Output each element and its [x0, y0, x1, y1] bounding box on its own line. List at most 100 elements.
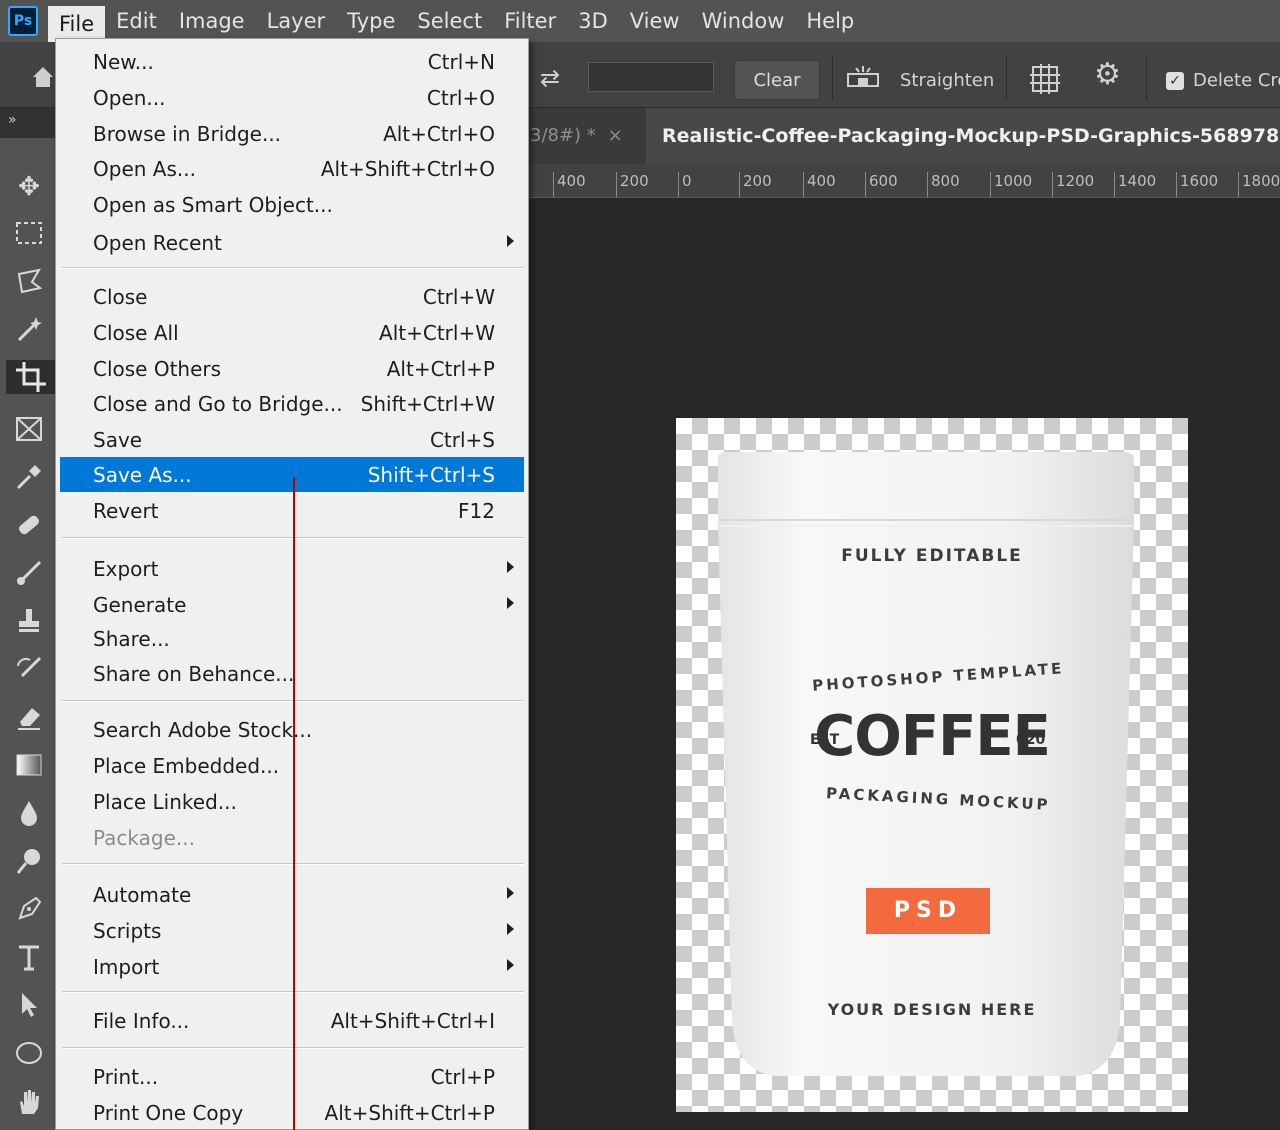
lasso-tool-icon[interactable] — [12, 266, 46, 300]
menu-item-revert[interactable]: Revert F12 — [60, 493, 524, 528]
menu-item-close-all[interactable]: Close All Alt+Ctrl+W — [60, 315, 524, 350]
menu-window[interactable]: Window — [691, 0, 796, 42]
gradient-tool-icon[interactable] — [12, 750, 46, 784]
menu-item-print-one-copy[interactable]: Print One Copy Alt+Shift+Ctrl+P — [60, 1095, 524, 1130]
horizontal-ruler: 400 200 0 200 400 600 800 1000 1200 1400… — [528, 164, 1280, 198]
menu-item-place-embedded[interactable]: Place Embedded... — [60, 748, 524, 783]
history-brush-tool-icon[interactable] — [12, 654, 46, 688]
menu-3d[interactable]: 3D — [567, 0, 619, 42]
menu-type[interactable]: Type — [336, 0, 406, 42]
swap-icon[interactable]: ⇄ — [540, 64, 560, 92]
ratio-input[interactable] — [588, 62, 714, 92]
menu-item-import[interactable]: Import — [60, 949, 524, 984]
blur-tool-icon[interactable] — [12, 798, 46, 832]
menu-item-save-as[interactable]: Save As... Shift+Ctrl+S — [60, 457, 524, 492]
tab-previous-label: 3/8#) * — [530, 125, 596, 146]
menu-item-package: Package... — [60, 820, 524, 855]
marquee-tool-icon[interactable] — [12, 218, 46, 252]
menu-item-label: Close and Go to Bridge... — [93, 392, 343, 416]
menu-item-label: Search Adobe Stock... — [93, 718, 313, 742]
brush-tool-icon[interactable] — [12, 558, 46, 592]
menu-item-print[interactable]: Print... Ctrl+P — [60, 1059, 524, 1094]
hand-tool-icon[interactable] — [12, 1086, 46, 1120]
delete-cropped-pixels-checkbox[interactable]: ✓ — [1166, 72, 1184, 90]
menu-item-open-recent[interactable]: Open Recent — [60, 225, 524, 260]
menu-item-close[interactable]: Close Ctrl+W — [60, 279, 524, 314]
ruler-tick: 600 — [865, 172, 898, 197]
grid-overlay-icon[interactable] — [1030, 64, 1060, 94]
pouch-year-text: 020 — [1016, 732, 1046, 748]
healing-brush-tool-icon[interactable] — [12, 510, 46, 544]
document-canvas[interactable]: FULLY EDITABLE PHOTOSHOP TEMPLATE EST CO… — [676, 418, 1188, 1112]
menu-item-label: Print One Copy — [93, 1101, 244, 1125]
home-icon[interactable] — [30, 64, 56, 90]
pouch-psd-badge: PSD — [866, 888, 990, 934]
menu-item-place-linked[interactable]: Place Linked... — [60, 784, 524, 819]
menu-item-shortcut: Ctrl+W — [422, 285, 495, 309]
menu-item-share[interactable]: Share... — [60, 621, 524, 656]
menu-item-open-as[interactable]: Open As... Alt+Shift+Ctrl+O — [60, 151, 524, 186]
menu-item-automate[interactable]: Automate — [60, 877, 524, 912]
clone-stamp-tool-icon[interactable] — [12, 606, 46, 640]
menu-item-shortcut: Ctrl+N — [427, 50, 495, 74]
menu-help[interactable]: Help — [795, 0, 865, 42]
menu-item-scripts[interactable]: Scripts — [60, 913, 524, 948]
straighten-label[interactable]: Straighten — [900, 70, 994, 91]
menu-file[interactable]: File — [48, 6, 106, 42]
menu-item-open-as-smart-object[interactable]: Open as Smart Object... — [60, 187, 524, 222]
menu-image[interactable]: Image — [168, 0, 256, 42]
pouch-title: COFFEE — [814, 704, 1051, 769]
menu-item-export[interactable]: Export — [60, 551, 524, 586]
menu-item-browse-in-bridge[interactable]: Browse in Bridge... Alt+Ctrl+O — [60, 116, 524, 151]
menu-item-close-and-go-to-bridge[interactable]: Close and Go to Bridge... Shift+Ctrl+W — [60, 386, 524, 421]
gear-icon[interactable]: ⚙ — [1094, 60, 1121, 90]
document-tab-active[interactable]: Realistic-Coffee-Packaging-Mockup-PSD-Gr… — [646, 108, 1280, 164]
frame-tool-icon[interactable] — [12, 414, 46, 448]
eraser-tool-icon[interactable] — [12, 702, 46, 736]
menu-item-new[interactable]: New... Ctrl+N — [60, 44, 524, 79]
ellipse-tool-icon[interactable] — [12, 1038, 46, 1072]
options-separator — [1006, 56, 1007, 100]
straighten-icon[interactable] — [846, 66, 880, 90]
menu-view[interactable]: View — [619, 0, 691, 42]
menu-item-file-info[interactable]: File Info... Alt+Shift+Ctrl+I — [60, 1003, 524, 1038]
document-tab-previous[interactable]: 3/8#) * × — [528, 108, 648, 164]
menu-item-shortcut: Shift+Ctrl+W — [360, 392, 495, 416]
menu-item-label: Save — [93, 428, 143, 452]
panel-collapse-button[interactable]: » — [0, 108, 56, 138]
menu-item-open[interactable]: Open... Ctrl+O — [60, 80, 524, 115]
clear-button[interactable]: Clear — [734, 60, 820, 100]
pouch-bottom-text: YOUR DESIGN HERE — [827, 1000, 1037, 1019]
eyedropper-tool-icon[interactable] — [12, 462, 46, 496]
menu-item-label: Import — [93, 955, 160, 979]
menu-item-label: Share on Behance... — [93, 662, 295, 686]
menu-item-shortcut: Alt+Ctrl+P — [386, 357, 495, 381]
options-separator — [1146, 56, 1147, 100]
pen-tool-icon[interactable] — [12, 894, 46, 928]
ruler-tick: 1600 — [1176, 172, 1218, 197]
menu-item-close-others[interactable]: Close Others Alt+Ctrl+P — [60, 351, 524, 386]
magic-wand-tool-icon[interactable] — [12, 314, 46, 348]
photoshop-logo-icon[interactable]: Ps — [8, 6, 38, 36]
delete-cropped-pixels-label[interactable]: Delete Cro — [1193, 70, 1280, 91]
menu-item-save[interactable]: Save Ctrl+S — [60, 422, 524, 457]
menu-item-generate[interactable]: Generate — [60, 587, 524, 622]
menu-item-share-on-behance[interactable]: Share on Behance... — [60, 656, 524, 691]
submenu-arrow-icon — [507, 561, 514, 573]
close-tab-icon[interactable]: × — [608, 125, 623, 146]
crop-tool-icon[interactable] — [6, 360, 56, 394]
type-tool-icon[interactable] — [12, 942, 46, 976]
menu-item-label: Open... — [93, 86, 166, 110]
file-menu-dropdown: New... Ctrl+N Open... Ctrl+O Browse in Bri… — [55, 38, 529, 1130]
move-tool-icon[interactable]: ✥ — [12, 170, 46, 204]
menu-select[interactable]: Select — [406, 0, 493, 42]
path-selection-tool-icon[interactable] — [12, 990, 46, 1024]
ruler-tick: 0 — [678, 172, 692, 197]
menu-layer[interactable]: Layer — [256, 0, 337, 42]
menu-item-search-adobe-stock[interactable]: Search Adobe Stock... — [60, 712, 524, 747]
menu-item-label: Revert — [93, 499, 159, 523]
ruler-tick: 800 — [927, 172, 960, 197]
menu-edit[interactable]: Edit — [105, 0, 168, 42]
dodge-tool-icon[interactable] — [12, 846, 46, 880]
menu-filter[interactable]: Filter — [493, 0, 567, 42]
